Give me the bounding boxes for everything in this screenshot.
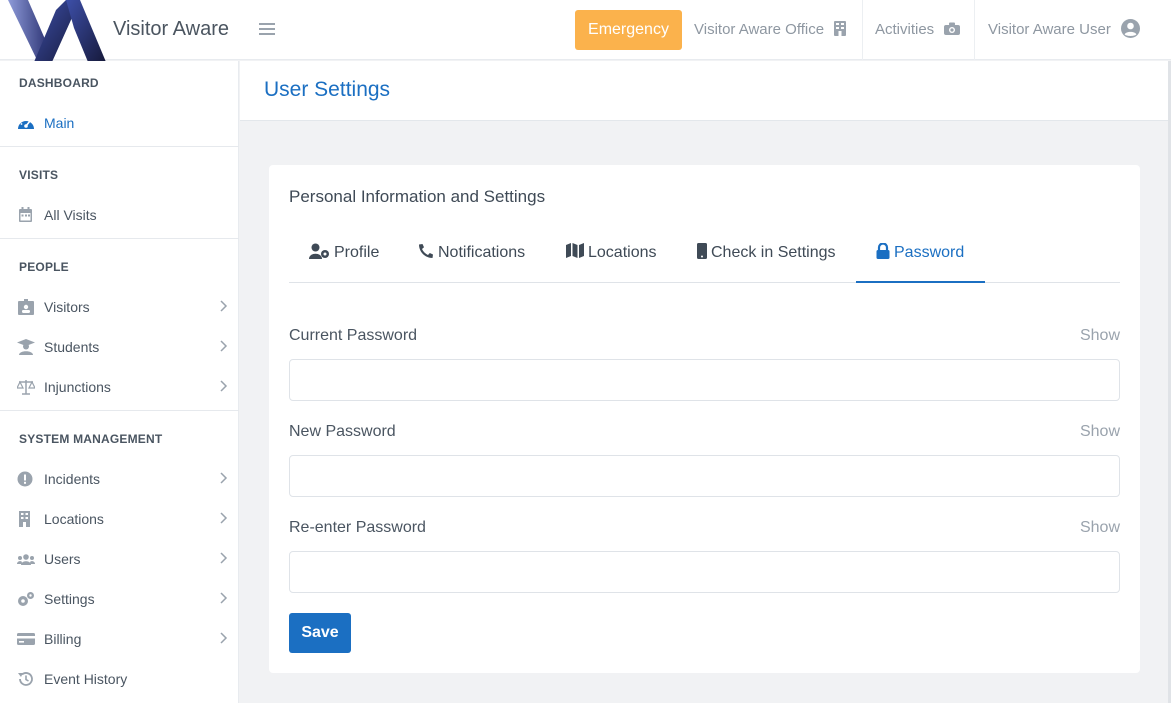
card-title: Personal Information and Settings <box>289 187 546 206</box>
sidebar-section-system-management: SYSTEM MANAGEMENT <box>19 432 163 446</box>
sidebar-item-locations[interactable]: Locations <box>0 505 239 533</box>
user-circle-icon <box>1121 19 1140 39</box>
tab-password[interactable]: Password <box>856 233 985 283</box>
sidebar-item-main[interactable]: Main <box>0 109 239 137</box>
chevron-right-icon <box>220 472 228 484</box>
sidebar-item-label: Incidents <box>44 471 101 487</box>
sidebar-divider <box>0 410 239 411</box>
sidebar-item-event-history[interactable]: Event History <box>0 665 239 693</box>
camera-icon <box>944 22 961 36</box>
sidebar-item-injunctions[interactable]: Injunctions <box>0 373 239 401</box>
sidebar-item-users[interactable]: Users <box>0 545 239 573</box>
sidebar-divider <box>0 238 239 239</box>
chevron-right-icon <box>220 340 228 352</box>
tab-label: Notifications <box>438 244 526 261</box>
chevron-right-icon <box>220 632 228 644</box>
current-password-input[interactable] <box>289 359 1120 401</box>
tab-label: Profile <box>334 244 380 261</box>
tablet-icon <box>697 242 707 259</box>
office-selector[interactable]: Visitor Aware Office <box>694 0 847 60</box>
calendar-icon <box>19 207 32 222</box>
users-icon <box>17 554 35 565</box>
settings-tabs: Profile Notifications Locations Check in… <box>289 233 1120 283</box>
sidebar-item-label: Locations <box>44 511 104 527</box>
sidebar: DASHBOARD Main VISITS All Visits PEOPLE … <box>0 61 239 703</box>
tab-label: Check in Settings <box>711 244 836 261</box>
nav-divider <box>862 0 863 60</box>
sidebar-item-billing[interactable]: Billing <box>0 625 239 653</box>
nav-divider <box>974 0 975 60</box>
page-header: User Settings <box>240 61 1171 121</box>
id-badge-icon <box>18 299 34 315</box>
balance-scale-icon <box>17 380 35 395</box>
exclamation-icon <box>17 471 33 487</box>
sidebar-item-label: Users <box>44 551 81 567</box>
activities-label: Activities <box>875 21 935 38</box>
chevron-right-icon <box>220 512 228 524</box>
current-password-label: Current Password <box>289 327 418 344</box>
cogs-icon <box>18 592 34 606</box>
save-button[interactable]: Save <box>289 613 351 653</box>
user-cog-icon <box>309 243 329 259</box>
sidebar-item-label: Settings <box>44 591 95 607</box>
user-menu[interactable]: Visitor Aware User <box>988 0 1140 60</box>
user-label: Visitor Aware User <box>988 21 1111 38</box>
visitor-aware-logo[interactable] <box>8 0 108 62</box>
new-password-input[interactable] <box>289 455 1120 497</box>
sidebar-item-label: Students <box>44 339 100 355</box>
sidebar-item-label: Billing <box>44 631 82 647</box>
office-label: Visitor Aware Office <box>694 21 825 38</box>
phone-icon <box>419 243 433 258</box>
chevron-right-icon <box>220 592 228 604</box>
sidebar-item-label: Main <box>44 115 75 131</box>
sidebar-item-students[interactable]: Students <box>0 333 239 361</box>
settings-card: Personal Information and Settings Profil… <box>269 165 1140 673</box>
tab-label: Locations <box>588 244 657 261</box>
top-bar: Visitor Aware Emergency Visitor Aware Of… <box>0 0 1171 62</box>
credit-card-icon <box>17 633 35 645</box>
reenter-password-input[interactable] <box>289 551 1120 593</box>
sidebar-item-label: Visitors <box>44 299 90 315</box>
chevron-right-icon <box>220 380 228 392</box>
sidebar-item-incidents[interactable]: Incidents <box>0 465 239 493</box>
sidebar-section-dashboard: DASHBOARD <box>19 76 99 90</box>
menu-toggle-icon[interactable] <box>259 20 275 38</box>
sidebar-item-label: All Visits <box>44 207 97 223</box>
history-icon <box>18 672 33 686</box>
sidebar-divider <box>0 146 239 147</box>
sidebar-item-all-visits[interactable]: All Visits <box>0 201 239 229</box>
activities-link[interactable]: Activities <box>875 0 961 60</box>
map-icon <box>566 243 584 259</box>
sidebar-item-visitors[interactable]: Visitors <box>0 293 239 321</box>
building-icon <box>834 21 847 37</box>
sidebar-item-label: Event History <box>44 671 128 687</box>
chevron-right-icon <box>220 552 228 564</box>
chevron-right-icon <box>220 300 228 312</box>
dashboard-icon <box>18 118 34 129</box>
new-password-label: New Password <box>289 423 396 440</box>
sidebar-item-settings[interactable]: Settings <box>0 585 239 613</box>
show-current-password-toggle[interactable]: Show <box>1080 327 1120 345</box>
show-reenter-password-toggle[interactable]: Show <box>1080 519 1120 537</box>
sidebar-item-label: Injunctions <box>44 379 111 395</box>
brand-name: Visitor Aware <box>113 18 229 40</box>
building-icon <box>19 511 30 527</box>
graduate-icon <box>17 339 35 355</box>
lock-icon <box>876 242 890 259</box>
show-new-password-toggle[interactable]: Show <box>1080 423 1120 441</box>
page-title: User Settings <box>264 78 391 101</box>
sidebar-section-visits: VISITS <box>19 168 59 182</box>
sidebar-section-people: PEOPLE <box>19 260 69 274</box>
tab-label: Password <box>894 244 965 261</box>
reenter-password-label: Re-enter Password <box>289 519 426 536</box>
emergency-button[interactable]: Emergency <box>575 10 682 50</box>
